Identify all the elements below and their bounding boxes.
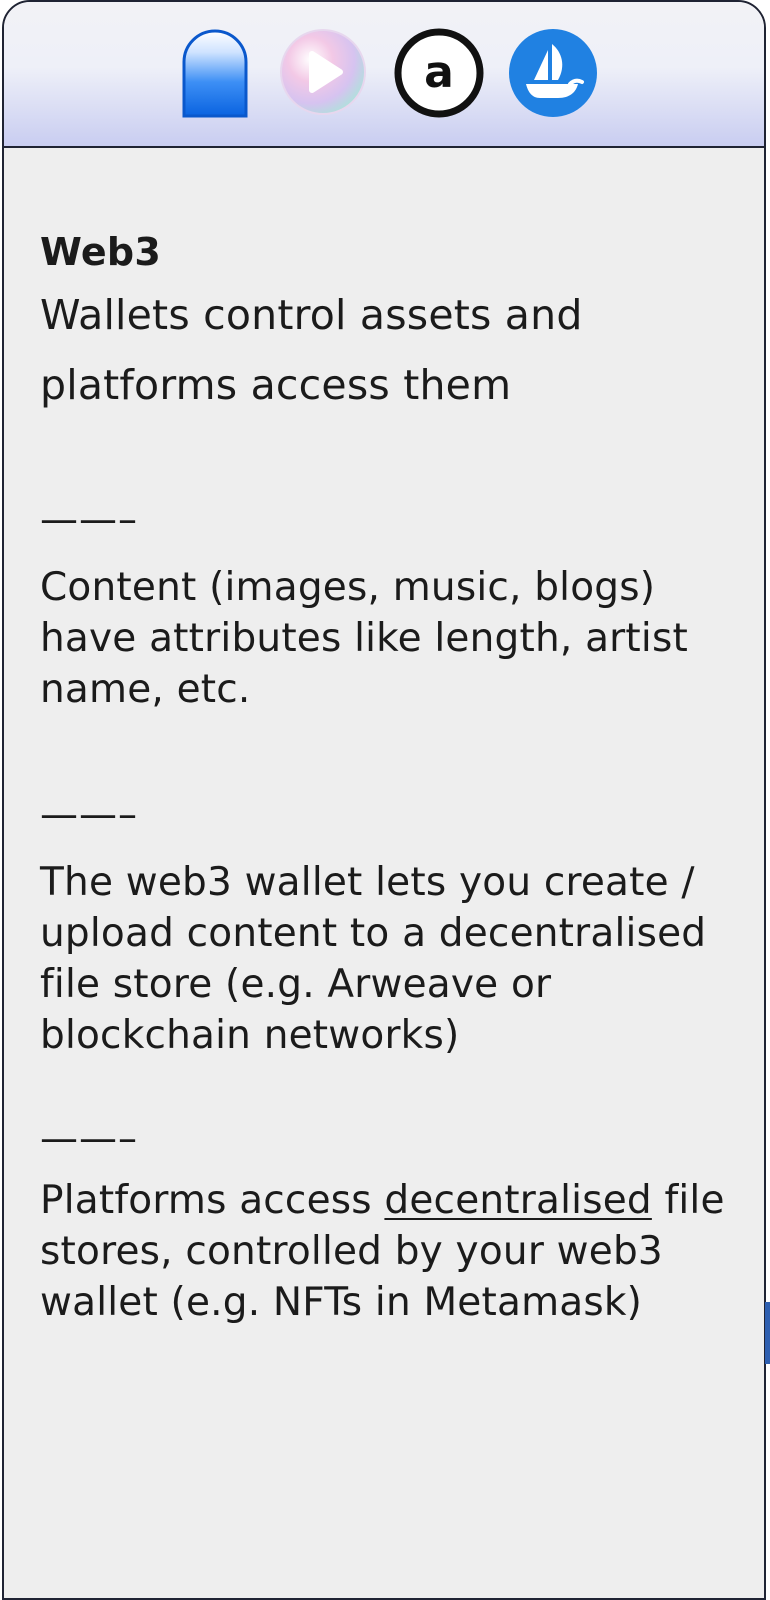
svg-text:a: a — [424, 47, 454, 98]
card-header: a — [4, 2, 764, 148]
section-3-text: Platforms access decentralised file stor… — [40, 1175, 750, 1328]
card-title: Web3 — [40, 230, 162, 274]
edge-accent-bar — [765, 1302, 770, 1364]
card-subtitle-line-2: platforms access them — [40, 361, 512, 409]
section-separator: ——– — [40, 497, 138, 541]
section-separator: ——– — [40, 1116, 138, 1160]
section-2-text: The web3 wallet lets you create / upload… — [40, 860, 707, 1058]
card-subtitle-line-1: Wallets control assets and — [40, 291, 583, 339]
arweave-icon: a — [392, 27, 486, 119]
section-1-text: Content (images, music, blogs) have attr… — [40, 565, 688, 712]
card-content: Web3 Wallets control assets and platform… — [40, 224, 750, 1328]
play-bubble-icon — [278, 28, 368, 116]
section-3-text-before: Platforms access — [40, 1178, 385, 1223]
section-separator: ——– — [40, 792, 138, 836]
opensea-icon — [508, 28, 598, 118]
web3-card: a Web3 Wallets control assets and platfo… — [2, 0, 766, 1600]
decentralised-link[interactable]: decentralised — [384, 1178, 651, 1223]
phone-capsule-icon — [180, 28, 250, 120]
